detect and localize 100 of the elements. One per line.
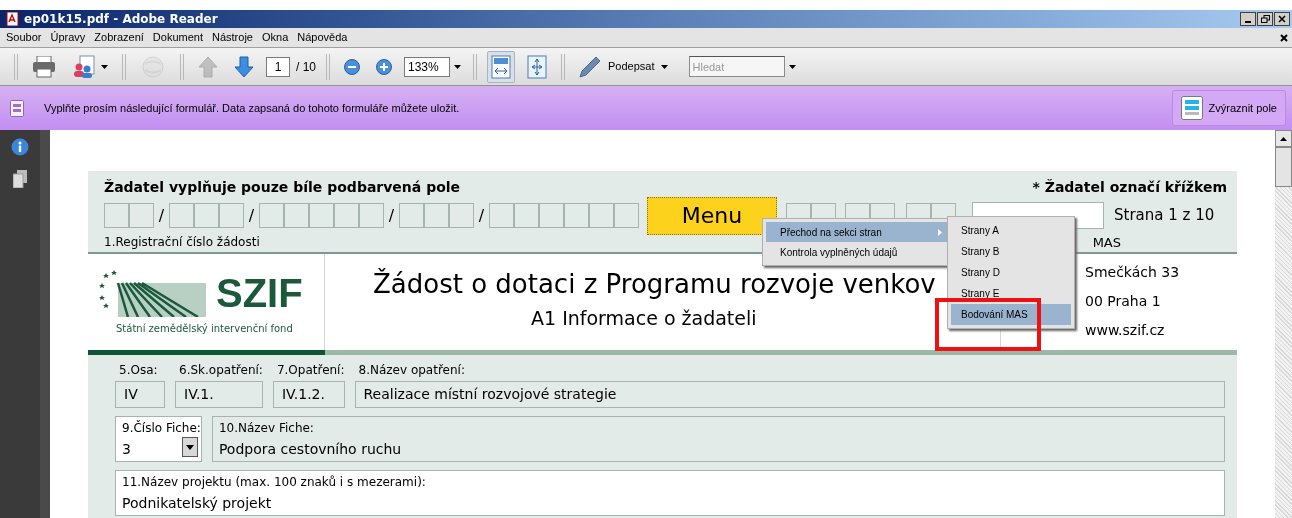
menu-item[interactable]: Bodování MAS (951, 304, 1071, 325)
address-line: www.szif.cz (1085, 321, 1166, 340)
scroll-up-button[interactable] (1275, 130, 1292, 147)
field-value: Realizace místní rozvojové strategie (363, 385, 617, 404)
digit-box[interactable] (169, 203, 194, 228)
mas-label: MAS (1092, 234, 1121, 252)
field-label: 5.Osa: (119, 362, 159, 379)
down-arrow-icon (234, 55, 254, 78)
form-fields-icon (1180, 96, 1203, 120)
field-value: IV.1.2. (281, 385, 325, 404)
page-number-field[interactable]: 1 (266, 56, 290, 77)
digit-box[interactable] (514, 203, 539, 228)
digit-box[interactable] (424, 203, 449, 228)
menu-item[interactable]: Přechod na sekci stran (766, 222, 948, 242)
digit-box[interactable] (539, 203, 564, 228)
pen-icon (578, 54, 602, 79)
registration-label: 1.Registrační číslo žádosti (104, 234, 260, 251)
scrollbar-thumb[interactable] (1275, 147, 1292, 187)
close-icon (1278, 15, 1286, 23)
printer-icon (32, 55, 56, 78)
info-message: Vyplňte prosím následující formulář. Data zapsaná do tohoto formuláře můžete uložit. (44, 100, 460, 116)
digit-box[interactable] (104, 203, 129, 228)
note-text: * Žadatel označí křížkem (1032, 178, 1227, 197)
slash-separator: / (157, 204, 166, 227)
up-arrow-icon (1280, 136, 1287, 141)
pdf-file-icon (6, 12, 20, 26)
logo-wordmark: SZIF (216, 272, 303, 313)
slash-separator: / (387, 204, 396, 227)
people-document-icon (72, 54, 98, 79)
menu-item[interactable]: Strany E (951, 283, 1071, 304)
minimize-icon (1245, 21, 1251, 23)
menu-item[interactable]: Nápověda (297, 29, 348, 46)
digit-box[interactable] (564, 203, 589, 228)
menu-item[interactable]: Zobrazení (94, 29, 144, 46)
digit-box[interactable] (129, 203, 154, 228)
address-line: Smečkách 33 (1085, 263, 1181, 282)
menu-item[interactable]: Strany D (951, 262, 1071, 283)
field-value: Podnikatelský projekt (122, 494, 272, 513)
page-indicator: Strana 1 z 10 (1114, 205, 1215, 227)
window-title: ep01k15.pdf - Adobe Reader (24, 11, 218, 28)
digit-box[interactable] (334, 203, 359, 228)
restore-button[interactable] (1257, 12, 1273, 26)
search-field[interactable]: Hledat (688, 56, 785, 77)
digit-box[interactable] (399, 203, 424, 228)
field-label: 8.Název opatření: (358, 362, 466, 379)
field-label: 10.Název Fiche: (218, 420, 315, 437)
field-label: 6.Sk.opatření: (179, 362, 263, 379)
menu-item[interactable]: Nástroje (212, 29, 253, 46)
close-button[interactable] (1274, 12, 1290, 26)
menu-item[interactable]: Úpravy (50, 29, 86, 46)
field-label: 7.Opatření: (276, 362, 345, 379)
field-value: IV (124, 385, 138, 404)
digit-box[interactable] (309, 203, 334, 228)
digit-box[interactable] (259, 203, 284, 228)
digit-box[interactable] (194, 203, 219, 228)
scrollbar[interactable] (1275, 130, 1292, 518)
page-count: / 10 (296, 58, 316, 76)
slash-separator: / (477, 204, 486, 227)
field-value: Podpora cestovního ruchu (218, 440, 402, 459)
pages-icon[interactable] (13, 170, 27, 188)
fit-width-icon (491, 54, 511, 79)
menu-item[interactable]: Strany B (951, 241, 1071, 262)
form-icon (10, 99, 24, 117)
zoom-out-icon (344, 58, 360, 75)
menu-item[interactable]: Kontrola vyplněných údajů (766, 242, 948, 262)
caret-icon (660, 64, 668, 69)
digit-box[interactable] (614, 203, 639, 228)
digit-box[interactable] (449, 203, 474, 228)
fields-logo-icon (98, 268, 208, 317)
zoom-field[interactable]: 133% (404, 56, 450, 77)
digit-box[interactable] (219, 203, 244, 228)
instruction-text: Žadatel vyplňuje pouze bíle podbarvená pole (104, 178, 461, 197)
caret-icon (101, 64, 108, 69)
input-field[interactable]: 11.Název projektu (max. 100 znaků i s mezerami): Podnikatelský projekt (115, 470, 1225, 516)
highlight-fields-button[interactable]: Zvýraznit pole (1171, 90, 1286, 126)
info-icon[interactable] (11, 138, 29, 156)
close-icon[interactable] (1280, 33, 1288, 42)
menu-item[interactable]: Dokument (152, 29, 203, 46)
digit-box[interactable] (489, 203, 514, 228)
caret-icon (454, 64, 461, 69)
address-line: 00 Praha 1 (1085, 292, 1162, 311)
caret-icon (788, 64, 796, 69)
up-arrow-icon (198, 55, 218, 78)
menu-button[interactable]: Menu (647, 196, 777, 235)
digit-box[interactable] (359, 203, 384, 228)
field-label: 9.Číslo Fiche: (122, 419, 201, 437)
fit-page-icon (527, 54, 547, 79)
slash-separator: / (247, 204, 256, 227)
menu-item[interactable]: Strany A (951, 220, 1071, 241)
field-label: 11.Název projektu (max. 100 znaků i s mezerami): (122, 474, 427, 491)
digit-box[interactable] (284, 203, 309, 228)
menu-item[interactable]: Okna (261, 29, 289, 46)
menu-item[interactable]: Soubor (6, 29, 42, 46)
form-subtitle: A1 Informace o žadateli (531, 306, 757, 331)
sign-button[interactable]: Podepsat (575, 51, 671, 82)
digit-box[interactable] (589, 203, 614, 228)
minimize-button[interactable] (1240, 12, 1256, 26)
input-field[interactable]: 9.Číslo Fiche: 3 (115, 416, 202, 462)
toolbar-button[interactable] (487, 50, 515, 83)
field-value: 3 (122, 440, 131, 459)
